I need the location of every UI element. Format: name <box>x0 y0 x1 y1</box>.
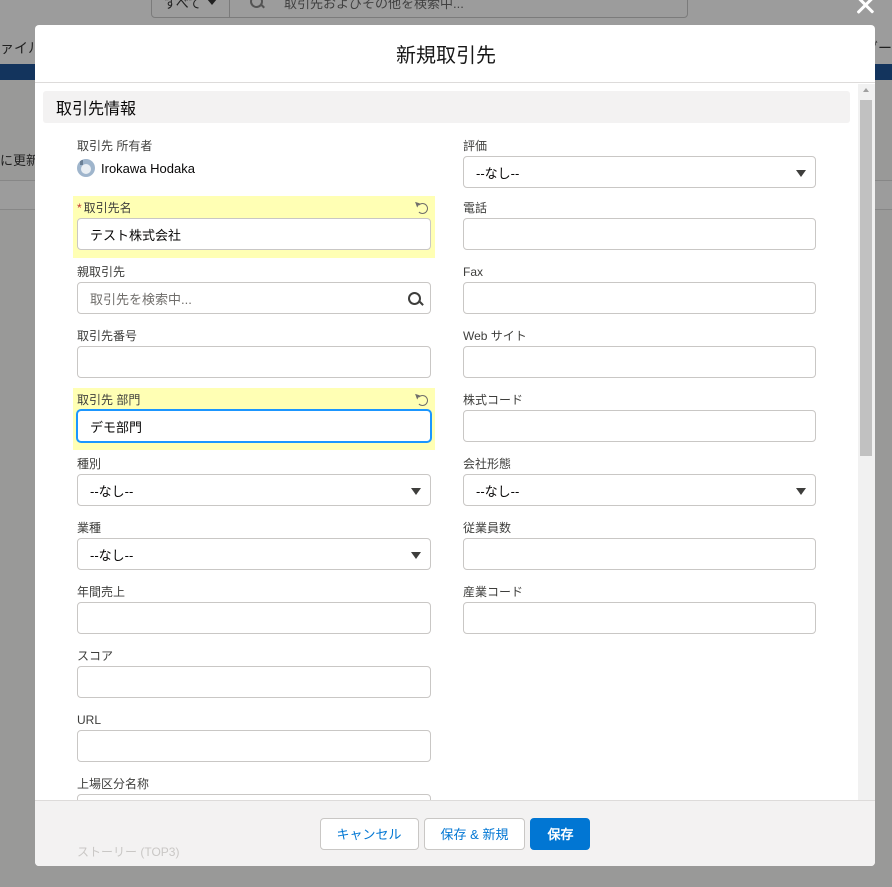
scroll-thumb[interactable] <box>860 100 872 456</box>
field-label: 取引先 部門 <box>77 393 141 407</box>
phone-input[interactable] <box>463 218 816 250</box>
avatar <box>77 159 95 177</box>
field-label: 産業コード <box>463 585 524 599</box>
parent-account-lookup[interactable]: 取引先を検索中... <box>77 282 431 314</box>
cancel-button[interactable]: キャンセル <box>319 817 419 850</box>
ownership-select[interactable]: --なし-- <box>463 474 816 506</box>
field-label: URL <box>77 713 102 727</box>
field-label: 会社形態 <box>463 457 512 471</box>
field-division: 取引先 部門 デモ部門 <box>77 390 431 442</box>
new-account-modal: 新規取引先 取引先情報 取引先 所有者 Irokawa Hodaka * 取引先… <box>35 25 875 866</box>
account-number-input[interactable] <box>77 346 431 378</box>
field-account-name: * 取引先名 テスト株式会社 <box>77 198 431 250</box>
save-button[interactable]: 保存 <box>530 817 591 850</box>
field-label: 評価 <box>463 139 488 153</box>
field-label: 上場区分名称 <box>77 777 150 791</box>
scroll-up-icon[interactable] <box>863 88 869 92</box>
caret-down-icon <box>796 170 806 177</box>
field-website: Web サイト <box>463 326 817 378</box>
caret-down-icon <box>411 488 421 495</box>
field-label: 取引先 所有者 <box>77 139 153 153</box>
field-owner: 取引先 所有者 Irokawa Hodaka <box>77 136 431 180</box>
url-input[interactable] <box>77 730 431 762</box>
field-label: 従業員数 <box>463 521 512 535</box>
lookup-placeholder: 取引先を検索中... <box>90 291 192 307</box>
select-value: --なし-- <box>90 547 134 563</box>
sic-input[interactable] <box>463 602 816 634</box>
industry-select[interactable]: --なし-- <box>77 538 431 570</box>
caret-down-icon <box>411 552 421 559</box>
save-and-new-button[interactable]: 保存 & 新規 <box>423 817 526 850</box>
field-label: 種別 <box>77 457 102 471</box>
field-url: URL <box>77 710 431 762</box>
field-ticker: 株式コード <box>463 390 817 442</box>
caret-down-icon <box>796 488 806 495</box>
field-rating: 評価 --なし-- <box>463 136 817 188</box>
field-label: 親取引先 <box>77 265 126 279</box>
select-value: --なし-- <box>90 483 134 499</box>
close-icon[interactable] <box>854 0 876 16</box>
division-input[interactable]: デモ部門 <box>77 410 431 442</box>
type-select[interactable]: --なし-- <box>77 474 431 506</box>
score-input[interactable] <box>77 666 431 698</box>
annual-revenue-input[interactable] <box>77 602 431 634</box>
field-annual-revenue: 年間売上 <box>77 582 431 634</box>
field-label: Fax <box>463 265 484 279</box>
field-label-text: 取引先名 <box>83 201 132 215</box>
field-industry: 業種 --なし-- <box>77 518 431 570</box>
field-label: 取引先番号 <box>77 329 138 343</box>
field-ownership: 会社形態 --なし-- <box>463 454 817 506</box>
select-value: --なし-- <box>476 483 520 499</box>
field-fax: Fax <box>463 262 817 314</box>
field-label: 株式コード <box>463 393 524 407</box>
field-label: 年間売上 <box>77 585 126 599</box>
modal-header: 新規取引先 <box>35 25 875 83</box>
search-icon <box>408 292 423 307</box>
rating-select[interactable]: --なし-- <box>463 156 816 188</box>
section-header-account-info[interactable]: 取引先情報 <box>43 91 850 123</box>
field-label: 業種 <box>77 521 102 535</box>
field-parent-account: 親取引先 取引先を検索中... <box>77 262 431 314</box>
required-marker: * <box>77 201 82 215</box>
select-value: --なし-- <box>476 165 520 181</box>
field-account-number: 取引先番号 <box>77 326 431 378</box>
website-input[interactable] <box>463 346 816 378</box>
field-label: * 取引先名 <box>77 198 431 218</box>
modal-title: 新規取引先 <box>396 45 496 67</box>
field-label-story: ストーリー (TOP3) <box>77 845 180 859</box>
modal-scrollbar[interactable] <box>858 84 875 807</box>
employees-input[interactable] <box>463 538 816 570</box>
field-phone: 電話 <box>463 198 817 250</box>
owner-value: Irokawa Hodaka <box>77 156 431 180</box>
fax-input[interactable] <box>463 282 816 314</box>
field-type: 種別 --なし-- <box>77 454 431 506</box>
field-label: スコア <box>77 649 114 663</box>
field-label: Web サイト <box>463 329 527 343</box>
field-employees: 従業員数 <box>463 518 817 570</box>
modal-body: 取引先情報 取引先 所有者 Irokawa Hodaka * 取引先名 テスト株… <box>35 84 875 807</box>
account-name-input[interactable]: テスト株式会社 <box>77 218 431 250</box>
field-label: 電話 <box>463 201 488 215</box>
field-sic: 産業コード <box>463 582 817 634</box>
ticker-input[interactable] <box>463 410 816 442</box>
owner-name[interactable]: Irokawa Hodaka <box>101 161 195 176</box>
field-score: スコア <box>77 646 431 698</box>
